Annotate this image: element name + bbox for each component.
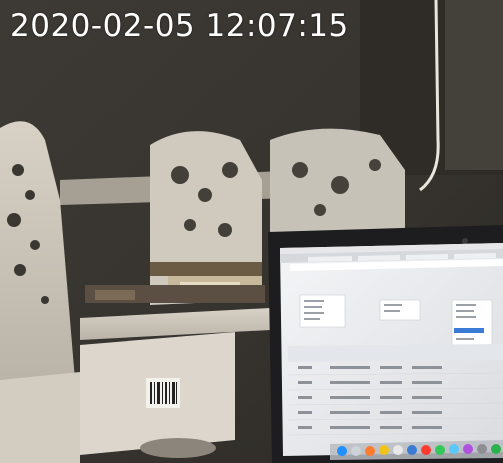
- table-header: [288, 344, 503, 362]
- cabinet-panel: [445, 0, 503, 170]
- timestamp-overlay: 2020-02-05 12:07:15: [10, 8, 349, 44]
- decorative-bookend-right: [270, 128, 405, 240]
- camera: [462, 238, 468, 244]
- photo-scene: [0, 0, 503, 463]
- laptop: [268, 225, 503, 463]
